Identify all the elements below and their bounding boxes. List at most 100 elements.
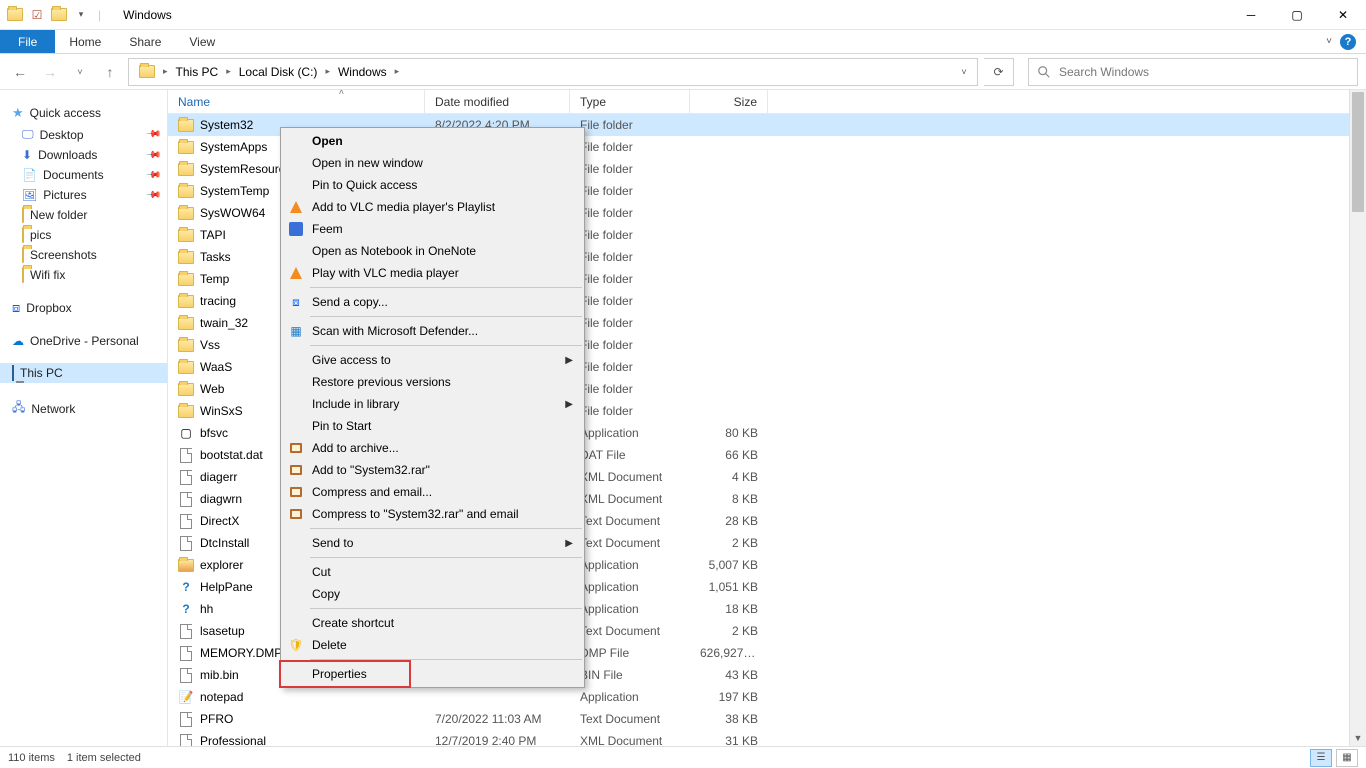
context-menu-item[interactable]: Open in new window — [282, 152, 583, 174]
winrar-icon — [288, 440, 304, 456]
context-menu-item[interactable]: ⧈Send a copy... — [282, 291, 583, 313]
chevron-right-icon[interactable]: ▸ — [224, 66, 233, 77]
address-dropdown-icon[interactable]: ˅ — [951, 59, 977, 85]
file-type: File folder — [570, 404, 690, 418]
column-name[interactable]: Name˄ — [168, 90, 425, 113]
file-size: 2 KB — [690, 536, 768, 550]
context-menu-item[interactable]: Compress and email... — [282, 481, 583, 503]
sidebar-item-label: New folder — [30, 208, 87, 222]
ribbon-tab-file[interactable]: File — [0, 30, 55, 53]
context-menu-item[interactable]: Include in library▶ — [282, 393, 583, 415]
context-menu-item[interactable]: Restore previous versions — [282, 371, 583, 393]
file-type: Application — [570, 426, 690, 440]
maximize-button[interactable]: ▢ — [1274, 0, 1320, 30]
search-icon — [1037, 65, 1051, 79]
context-menu-item[interactable]: Cut — [282, 561, 583, 583]
file-row[interactable]: PFRO7/20/2022 11:03 AMText Document38 KB — [168, 708, 1366, 730]
sidebar-this-pc[interactable]: This PC — [0, 363, 167, 383]
close-button[interactable]: ✕ — [1320, 0, 1366, 30]
column-size[interactable]: Size — [690, 90, 768, 113]
context-menu-item[interactable]: ▦Scan with Microsoft Defender... — [282, 320, 583, 342]
file-name: SystemTemp — [200, 184, 269, 198]
scrollbar-thumb[interactable] — [1352, 92, 1364, 212]
context-menu-separator — [310, 557, 582, 558]
sidebar-item[interactable]: New folder — [0, 205, 167, 225]
file-name: Web — [200, 382, 224, 396]
file-row[interactable]: 📝notepadApplication197 KB — [168, 686, 1366, 708]
chevron-right-icon[interactable]: ▸ — [323, 66, 332, 77]
view-details-button[interactable]: ☰ — [1310, 749, 1332, 767]
column-type[interactable]: Type — [570, 90, 690, 113]
file-type: File folder — [570, 250, 690, 264]
context-menu-item[interactable]: Copy — [282, 583, 583, 605]
help-icon[interactable]: ? — [1340, 34, 1356, 50]
context-menu-item[interactable]: Send to▶ — [282, 532, 583, 554]
nav-recent-chevron-icon[interactable]: ˅ — [68, 60, 92, 84]
address-folder-icon — [133, 59, 161, 85]
address-bar[interactable]: ▸ This PC ▸ Local Disk (C:) ▸ Windows ▸ … — [128, 58, 978, 86]
nav-up-button[interactable]: ↑ — [98, 60, 122, 84]
context-menu-item[interactable]: Create shortcut — [282, 612, 583, 634]
context-menu-item[interactable]: Play with VLC media player — [282, 262, 583, 284]
sidebar-onedrive[interactable]: ☁ OneDrive - Personal — [0, 331, 167, 351]
sidebar-item[interactable]: ⬇Downloads📌 — [0, 145, 167, 165]
chevron-right-icon[interactable]: ▸ — [393, 66, 402, 77]
qat-properties-icon[interactable]: ☑ — [28, 6, 46, 24]
ribbon: File Home Share View ˅ ? — [0, 30, 1366, 54]
search-input[interactable]: Search Windows — [1028, 58, 1358, 86]
file-name: TAPI — [200, 228, 226, 242]
context-menu-item[interactable]: Properties — [282, 663, 583, 685]
context-menu-item[interactable]: Add to archive... — [282, 437, 583, 459]
context-menu-item[interactable]: Open as Notebook in OneNote — [282, 240, 583, 262]
breadcrumb-drive[interactable]: Local Disk (C:) — [233, 59, 324, 85]
minimize-button[interactable]: ─ — [1228, 0, 1274, 30]
sidebar-item[interactable]: 🖵Desktop📌 — [0, 124, 167, 145]
pc-icon — [12, 366, 14, 380]
context-menu-item[interactable]: Pin to Quick access — [282, 174, 583, 196]
file-name: WaaS — [200, 360, 232, 374]
nav-forward-button[interactable]: → — [38, 60, 62, 84]
ribbon-expand-icon[interactable]: ˅ — [1326, 36, 1332, 47]
breadcrumb-this-pc[interactable]: This PC — [170, 59, 225, 85]
ribbon-tab-home[interactable]: Home — [55, 30, 115, 53]
network-icon: 🖧 — [12, 398, 25, 419]
context-menu-separator — [310, 608, 582, 609]
sidebar-item[interactable]: Screenshots — [0, 245, 167, 265]
context-menu-item[interactable]: Add to VLC media player's Playlist — [282, 196, 583, 218]
sidebar-item[interactable]: pics — [0, 225, 167, 245]
sidebar-item[interactable]: Wifi fix — [0, 265, 167, 285]
chevron-right-icon[interactable]: ▸ — [161, 66, 170, 77]
context-menu-item[interactable]: Add to "System32.rar" — [282, 459, 583, 481]
context-menu-item[interactable]: Feem — [282, 218, 583, 240]
vertical-scrollbar[interactable]: ▲ ▼ — [1349, 90, 1366, 746]
file-name: DtcInstall — [200, 536, 249, 550]
file-row[interactable]: Professional12/7/2019 2:40 PMXML Documen… — [168, 730, 1366, 746]
view-large-icons-button[interactable]: ▦ — [1336, 749, 1358, 767]
help-icon: ? — [178, 601, 194, 617]
ribbon-tab-share[interactable]: Share — [115, 30, 175, 53]
documents-icon: 📄 — [22, 168, 37, 182]
context-menu-item[interactable]: Open — [282, 130, 583, 152]
qat-chevron-down-icon[interactable]: ▾ — [72, 6, 90, 24]
sidebar-network[interactable]: 🖧 Network — [0, 395, 167, 422]
qat-newfolder-icon[interactable] — [50, 6, 68, 24]
sidebar-dropbox[interactable]: ⧈ Dropbox — [0, 297, 167, 319]
sidebar-item[interactable]: 🖼Pictures📌 — [0, 185, 167, 205]
document-icon — [178, 645, 194, 661]
file-name: Vss — [200, 338, 220, 352]
nav-back-button[interactable]: ← — [8, 60, 32, 84]
context-menu-item[interactable]: Compress to "System32.rar" and email — [282, 503, 583, 525]
folder-icon — [178, 139, 194, 155]
context-menu-item[interactable]: Give access to▶ — [282, 349, 583, 371]
scroll-down-icon[interactable]: ▼ — [1350, 729, 1366, 746]
column-date[interactable]: Date modified — [425, 90, 570, 113]
folder-icon — [22, 248, 24, 262]
context-menu-item[interactable]: 🛡Delete — [282, 634, 583, 656]
context-menu-item[interactable]: Pin to Start — [282, 415, 583, 437]
breadcrumb-windows[interactable]: Windows — [332, 59, 393, 85]
sidebar-quick-access[interactable]: ★ Quick access — [0, 102, 167, 124]
ribbon-tab-view[interactable]: View — [175, 30, 229, 53]
file-type: File folder — [570, 228, 690, 242]
sidebar-item[interactable]: 📄Documents📌 — [0, 165, 167, 185]
refresh-button[interactable]: ⟳ — [984, 58, 1014, 86]
